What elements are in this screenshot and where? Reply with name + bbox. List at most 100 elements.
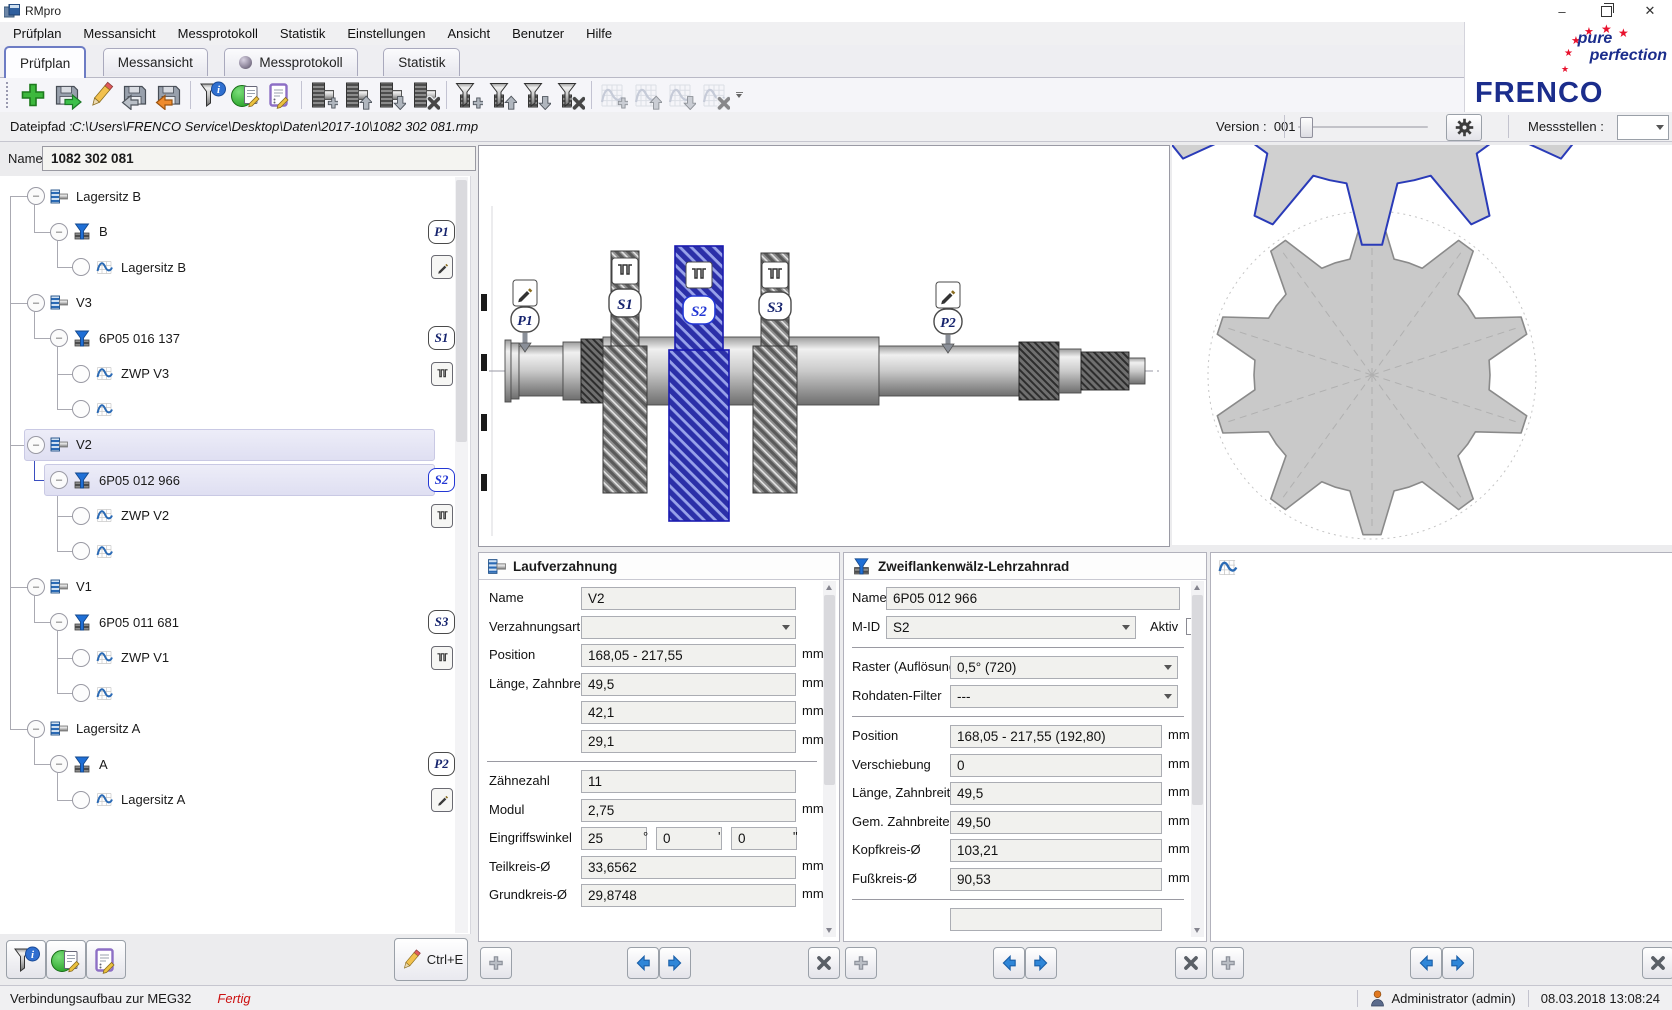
add-button[interactable]: [845, 947, 877, 979]
next-button[interactable]: [1025, 947, 1057, 979]
tree-row-6p05-011-681[interactable]: –6P05 011 681S3: [0, 606, 453, 638]
menu-ansicht[interactable]: Ansicht: [436, 23, 501, 44]
new-button[interactable]: [16, 79, 50, 111]
tree-row-6p05-016-137[interactable]: –6P05 016 137S1: [0, 322, 453, 354]
field-input-teilkreis[interactable]: 33,6562: [581, 856, 796, 879]
field-input-verschiebung[interactable]: 0: [950, 754, 1162, 777]
close-panel-button[interactable]: [1642, 947, 1672, 979]
marker-p1[interactable]: P1: [511, 280, 539, 352]
tree-row-v2[interactable]: –V2: [0, 429, 453, 461]
tree-row-b[interactable]: –BP1: [0, 216, 453, 248]
collapse-toggle[interactable]: –: [27, 578, 45, 596]
protocol-edit-button[interactable]: [46, 940, 86, 979]
probe-delete-button[interactable]: [553, 79, 587, 111]
tree-row-lagersitz-b[interactable]: Lagersitz B: [0, 251, 453, 283]
minimize-button[interactable]: –: [1540, 0, 1584, 22]
field-select-verzahnungsart[interactable]: [581, 616, 796, 639]
field-input-gem-zahnbreite[interactable]: 49,50: [950, 811, 1162, 834]
collapse-toggle[interactable]: –: [27, 294, 45, 312]
version-slider-track[interactable]: [1298, 126, 1428, 128]
probe-up-button[interactable]: [485, 79, 519, 111]
menu-hilfe[interactable]: Hilfe: [575, 23, 623, 44]
field-input-position[interactable]: 168,05 - 217,55 (192,80): [950, 725, 1162, 748]
field-input-eingriffswinkel-1[interactable]: 0: [656, 827, 722, 850]
field-select-m-id[interactable]: S2: [886, 616, 1136, 639]
field-input-eingriffswinkel-2[interactable]: 0: [731, 827, 797, 850]
version-slider-handle[interactable]: [1300, 117, 1313, 138]
tree-row-empty-6[interactable]: [0, 393, 453, 425]
marker-s1[interactable]: S1: [609, 289, 641, 317]
tree-row-zwp-v1[interactable]: ZWP V1: [0, 642, 453, 674]
field-input-name[interactable]: V2: [581, 587, 796, 610]
settings-button[interactable]: [1446, 114, 1482, 141]
tree-row-empty-10[interactable]: [0, 535, 453, 567]
edit-button[interactable]: [84, 79, 118, 111]
collapse-toggle[interactable]: –: [27, 187, 45, 205]
field-input-l-nge-zahnbreite[interactable]: 49,5: [581, 673, 796, 696]
tree-row-v1[interactable]: –V1: [0, 571, 453, 603]
import-button[interactable]: [152, 79, 186, 111]
field-input-modul[interactable]: 2,75: [581, 799, 796, 822]
tree-scrollbar[interactable]: [455, 177, 468, 933]
collapse-toggle[interactable]: –: [27, 436, 45, 454]
gear-up-button[interactable]: [340, 79, 374, 111]
field-input-value[interactable]: 29,1: [581, 730, 796, 753]
tree-row-lagersitz-a[interactable]: Lagersitz A: [0, 784, 453, 816]
tab-messprotokoll[interactable]: Messprotokoll: [224, 48, 357, 76]
tab-messansicht[interactable]: Messansicht: [103, 48, 208, 76]
marker-s2-selected[interactable]: S2: [683, 296, 715, 324]
marker-p2[interactable]: P2: [934, 282, 962, 353]
field-input-position[interactable]: 168,05 - 217,55: [581, 644, 796, 667]
field-input-value[interactable]: 42,1: [581, 701, 796, 724]
save-button[interactable]: [50, 79, 84, 111]
menu-messansicht[interactable]: Messansicht: [72, 23, 166, 44]
restore-button[interactable]: [1584, 0, 1628, 22]
marker-s3[interactable]: S3: [759, 292, 791, 320]
tab-pr-fplan[interactable]: Prüfplan: [4, 46, 86, 78]
menu-messprotokoll[interactable]: Messprotokoll: [167, 23, 269, 44]
field-select-rohdaten-filter[interactable]: ---: [950, 685, 1178, 708]
protocol-save-button[interactable]: [263, 79, 297, 111]
tree-row-a[interactable]: –AP2: [0, 748, 453, 780]
field-input-kopfkreis[interactable]: 103,21: [950, 839, 1162, 862]
protocol-edit-button[interactable]: [229, 79, 263, 111]
close-button[interactable]: ✕: [1628, 0, 1672, 22]
gear-down-button[interactable]: [374, 79, 408, 111]
toolbar-overflow-button[interactable]: [732, 82, 746, 108]
revert-button[interactable]: [118, 79, 152, 111]
panel2-scrollbar[interactable]: [1191, 581, 1204, 937]
next-button[interactable]: [1442, 947, 1474, 979]
field-input-eingriffswinkel-0[interactable]: 25: [581, 827, 647, 850]
tree-row-v3[interactable]: –V3: [0, 287, 453, 319]
menu-statistik[interactable]: Statistik: [269, 23, 337, 44]
field-input-fu-kreis[interactable]: 90,53: [950, 868, 1162, 891]
tree-row-empty-14[interactable]: [0, 677, 453, 709]
info-button[interactable]: i: [6, 940, 46, 979]
collapse-toggle[interactable]: –: [50, 613, 68, 631]
menu-pr-fplan[interactable]: Prüfplan: [2, 23, 72, 44]
protocol-save-button[interactable]: [86, 940, 126, 979]
panel1-scrollbar[interactable]: [823, 581, 836, 937]
tree-row-zwp-v3[interactable]: ZWP V3: [0, 358, 453, 390]
field-input-l-nge-zahnbreite[interactable]: 49,5: [950, 782, 1162, 805]
messstellen-dropdown[interactable]: [1617, 115, 1669, 140]
add-button[interactable]: [1212, 947, 1244, 979]
tree-row-lagersitz-b[interactable]: –Lagersitz B: [0, 180, 453, 212]
tree-row-6p05-012-966[interactable]: –6P05 012 966S2: [0, 464, 453, 496]
close-panel-button[interactable]: [808, 947, 840, 979]
prev-button[interactable]: [1410, 947, 1442, 979]
collapse-toggle[interactable]: –: [50, 471, 68, 489]
next-button[interactable]: [659, 947, 691, 979]
collapse-toggle[interactable]: –: [27, 720, 45, 738]
info-button[interactable]: i: [195, 79, 229, 111]
add-button[interactable]: [480, 947, 512, 979]
probe-down-button[interactable]: [519, 79, 553, 111]
tree-row-lagersitz-a[interactable]: –Lagersitz A: [0, 713, 453, 745]
name-input[interactable]: 1082 302 081: [42, 146, 476, 171]
menu-benutzer[interactable]: Benutzer: [501, 23, 575, 44]
field-input-name[interactable]: 6P05 012 966: [886, 587, 1180, 610]
tab-statistik[interactable]: Statistik: [383, 48, 460, 76]
field-input-z-hnezahl[interactable]: 11: [581, 770, 796, 793]
tree-row-zwp-v2[interactable]: ZWP V2: [0, 500, 453, 532]
gear-delete-button[interactable]: [408, 79, 442, 111]
